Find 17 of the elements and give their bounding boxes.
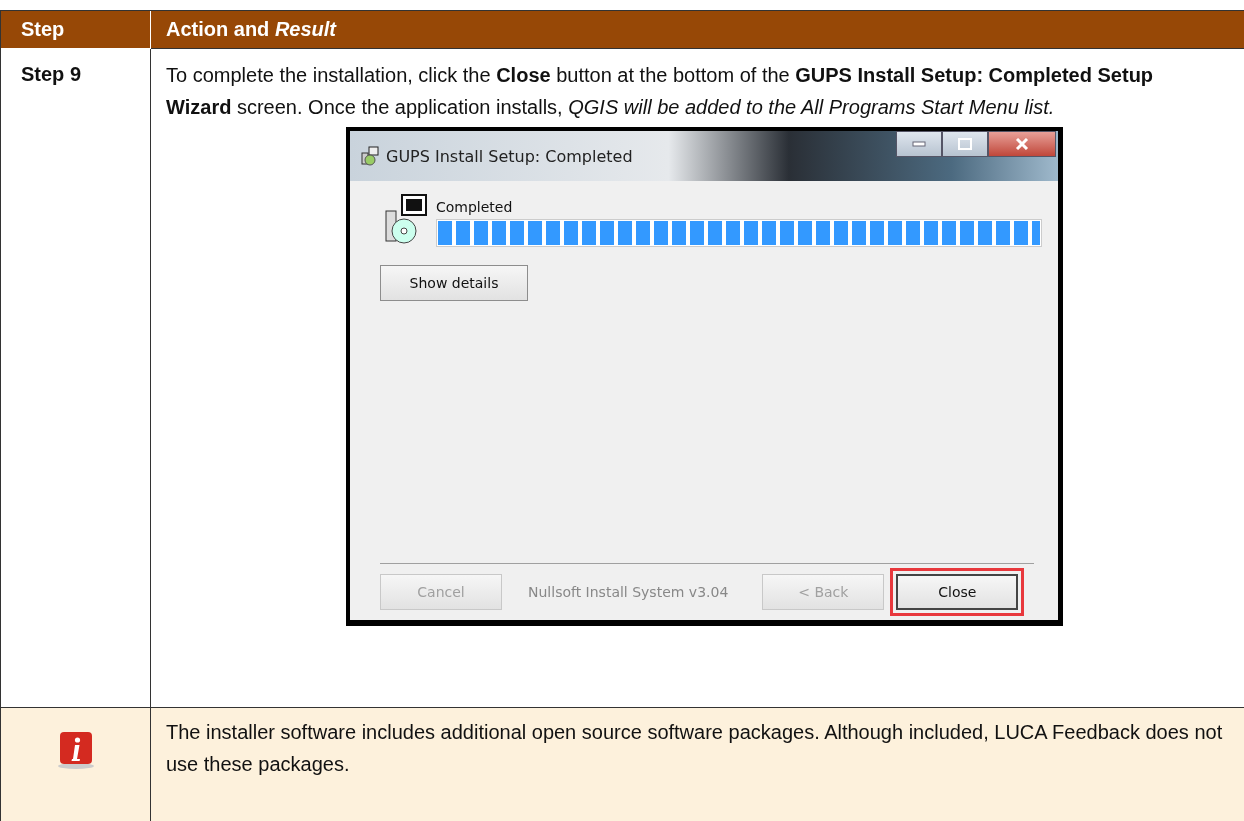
column-header: Action and Result <box>166 18 336 40</box>
maximize-button[interactable] <box>942 131 988 157</box>
show-details-button[interactable]: Show details <box>380 265 528 301</box>
minimize-button[interactable] <box>896 131 942 157</box>
close-button[interactable] <box>988 131 1056 157</box>
minimize-icon <box>912 141 926 147</box>
status-text: Completed <box>436 199 514 215</box>
step-label: Step 9 <box>21 63 82 85</box>
note-text: The installer software includes additional open source software packages. Although included, LUCA Feedback does not use these packages. <box>166 720 1224 777</box>
window-title: GUPS Install Setup: Completed <box>386 146 633 166</box>
info-icon <box>55 730 96 770</box>
installer-icon <box>360 146 380 166</box>
instruction-text: To complete the installation, click the Close button at the bottom of the GUPS Install Setup: Completed Setup Wizard screen. Once the application installs, QGIS will be added to the All Programs Start Menu list. <box>166 63 1155 120</box>
maximize-icon <box>958 138 972 150</box>
close-icon <box>1015 138 1029 150</box>
branding-text: Nullsoft Install System v3.04 <box>528 584 729 600</box>
column-header: Step <box>21 18 65 40</box>
